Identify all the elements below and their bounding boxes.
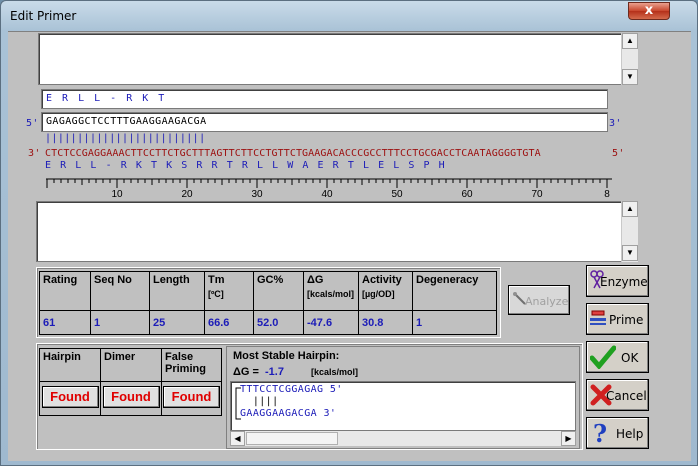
false-priming-label: False Priming [161, 348, 222, 382]
top-notes-area[interactable] [38, 33, 622, 85]
middle-notes-area[interactable] [36, 201, 622, 262]
dimer-label: Dimer [100, 348, 162, 382]
edit-primer-window: Edit Primer x ▲ ▼ E R L L - R K T 5' GAG… [0, 0, 698, 466]
hairpin-dg-value: -1.7 [265, 366, 284, 378]
value-dg: -47.6 [303, 310, 359, 335]
sequence-ruler: 10 20 30 40 50 60 70 8 [46, 178, 612, 200]
enzyme-button[interactable]: Enzyme [586, 265, 649, 297]
stats-table: Rating Seq No Length Tm [ºC] GC% ΔG [kcals… [39, 271, 497, 335]
ruler-tick-label: 70 [531, 189, 543, 200]
value-tm: 66.6 [204, 310, 254, 335]
title-bar: Edit Primer x [1, 1, 697, 31]
scroll-right-icon[interactable]: ▶ [561, 431, 576, 446]
hairpin-detail-panel: Most Stable Hairpin: ΔG = -1.7 [kcals/mo… [226, 346, 580, 449]
help-question-icon: ? [593, 419, 608, 448]
header-rating: Rating [39, 271, 91, 311]
prime-button[interactable]: Prime [586, 303, 649, 335]
analyze-button[interactable]: Analyze [508, 285, 570, 315]
three-prime-label: 3' [609, 118, 622, 129]
hairpin-structure-view: TTTCCTCGGAGAG 5' |||| GAAGGAAGACGA 3' [230, 381, 576, 431]
template-sequence: CTCTCCGAGGAAACTTCCTTCTGCTTTAGTTCTTCCTGTT… [45, 148, 541, 159]
hairpin-horizontal-scrollbar[interactable]: ◀ ▶ [230, 431, 576, 446]
header-activity: Activity [µg/OD] [358, 271, 413, 311]
template-five-prime: 5' [612, 148, 625, 159]
cancel-button[interactable]: Cancel [586, 379, 649, 411]
stats-header-row: Rating Seq No Length Tm [ºC] GC% ΔG [kcals… [39, 271, 497, 311]
ruler-tick-label: 10 [111, 189, 123, 200]
header-length: Length [149, 271, 205, 311]
value-gc: 52.0 [253, 310, 304, 335]
ruler-tick-label: 30 [251, 189, 263, 200]
protein-bottom-text: E R L L - R K T K S R R T R L L W A E R … [45, 160, 447, 171]
scroll-down-icon[interactable]: ▼ [622, 69, 638, 85]
hairpin-label: Hairpin [39, 348, 101, 382]
stats-value-row: 61 1 25 66.6 52.0 -47.6 30.8 1 [39, 310, 497, 335]
middle-notes-scrollbar[interactable]: ▲ ▼ [621, 201, 638, 262]
header-degeneracy: Degeneracy [412, 271, 497, 311]
top-notes-scrollbar[interactable]: ▲ ▼ [621, 33, 638, 85]
hairpin-title: Most Stable Hairpin: [233, 350, 340, 362]
checks-table: Hairpin Dimer False Priming Found Found … [39, 348, 222, 416]
template-three-prime: 3' [28, 148, 41, 159]
ruler-tick-label: 50 [391, 189, 403, 200]
scroll-down-icon[interactable]: ▼ [622, 245, 638, 261]
checkmark-icon [590, 345, 616, 369]
help-button[interactable]: ? Help [586, 417, 649, 449]
dialog-body: ▲ ▼ E R L L - R K T 5' GAGAGGCTCCTTTGAAG… [8, 31, 691, 461]
match-bars: ||||||||||||||||||||||||| [45, 133, 206, 144]
ruler-tick-label: 60 [461, 189, 473, 200]
ruler-tick-label: 8 [604, 189, 610, 200]
value-seq-no: 1 [90, 310, 150, 335]
scroll-thumb[interactable] [246, 432, 338, 445]
hairpin-found-button[interactable]: Found [41, 386, 99, 408]
prime-icon [590, 310, 606, 325]
primer-sequence-input[interactable]: GAGAGGCTCCTTTGAAGGAAGACGA [41, 112, 608, 132]
header-seq-no: Seq No [90, 271, 150, 311]
protein-top-text: E R L L - R K T [46, 93, 167, 104]
value-degeneracy: 1 [412, 310, 497, 335]
hairpin-dg-label: ΔG = [233, 366, 259, 378]
five-prime-label: 5' [26, 118, 39, 129]
value-activity: 30.8 [358, 310, 413, 335]
false-priming-found-button[interactable]: Found [163, 386, 220, 408]
header-dg: ΔG [kcals/mol] [303, 271, 359, 311]
hairpin-dg-unit: [kcals/mol] [311, 367, 359, 377]
ok-button[interactable]: OK [586, 341, 649, 373]
header-tm: Tm [ºC] [204, 271, 254, 311]
primer-sequence-text: GAGAGGCTCCTTTGAAGGAAGACGA [46, 116, 207, 127]
protein-input[interactable]: E R L L - R K T [41, 89, 608, 109]
scroll-up-icon[interactable]: ▲ [622, 201, 638, 217]
scroll-left-icon[interactable]: ◀ [230, 431, 245, 446]
value-length: 25 [149, 310, 205, 335]
window-title: Edit Primer [10, 9, 77, 23]
ruler-tick-label: 20 [181, 189, 193, 200]
ruler-tick-label: 40 [321, 189, 333, 200]
dimer-found-button[interactable]: Found [102, 386, 160, 408]
scroll-up-icon[interactable]: ▲ [622, 33, 638, 49]
header-gc: GC% [253, 271, 304, 311]
value-rating: 61 [39, 310, 91, 335]
close-button[interactable]: x [628, 2, 670, 20]
